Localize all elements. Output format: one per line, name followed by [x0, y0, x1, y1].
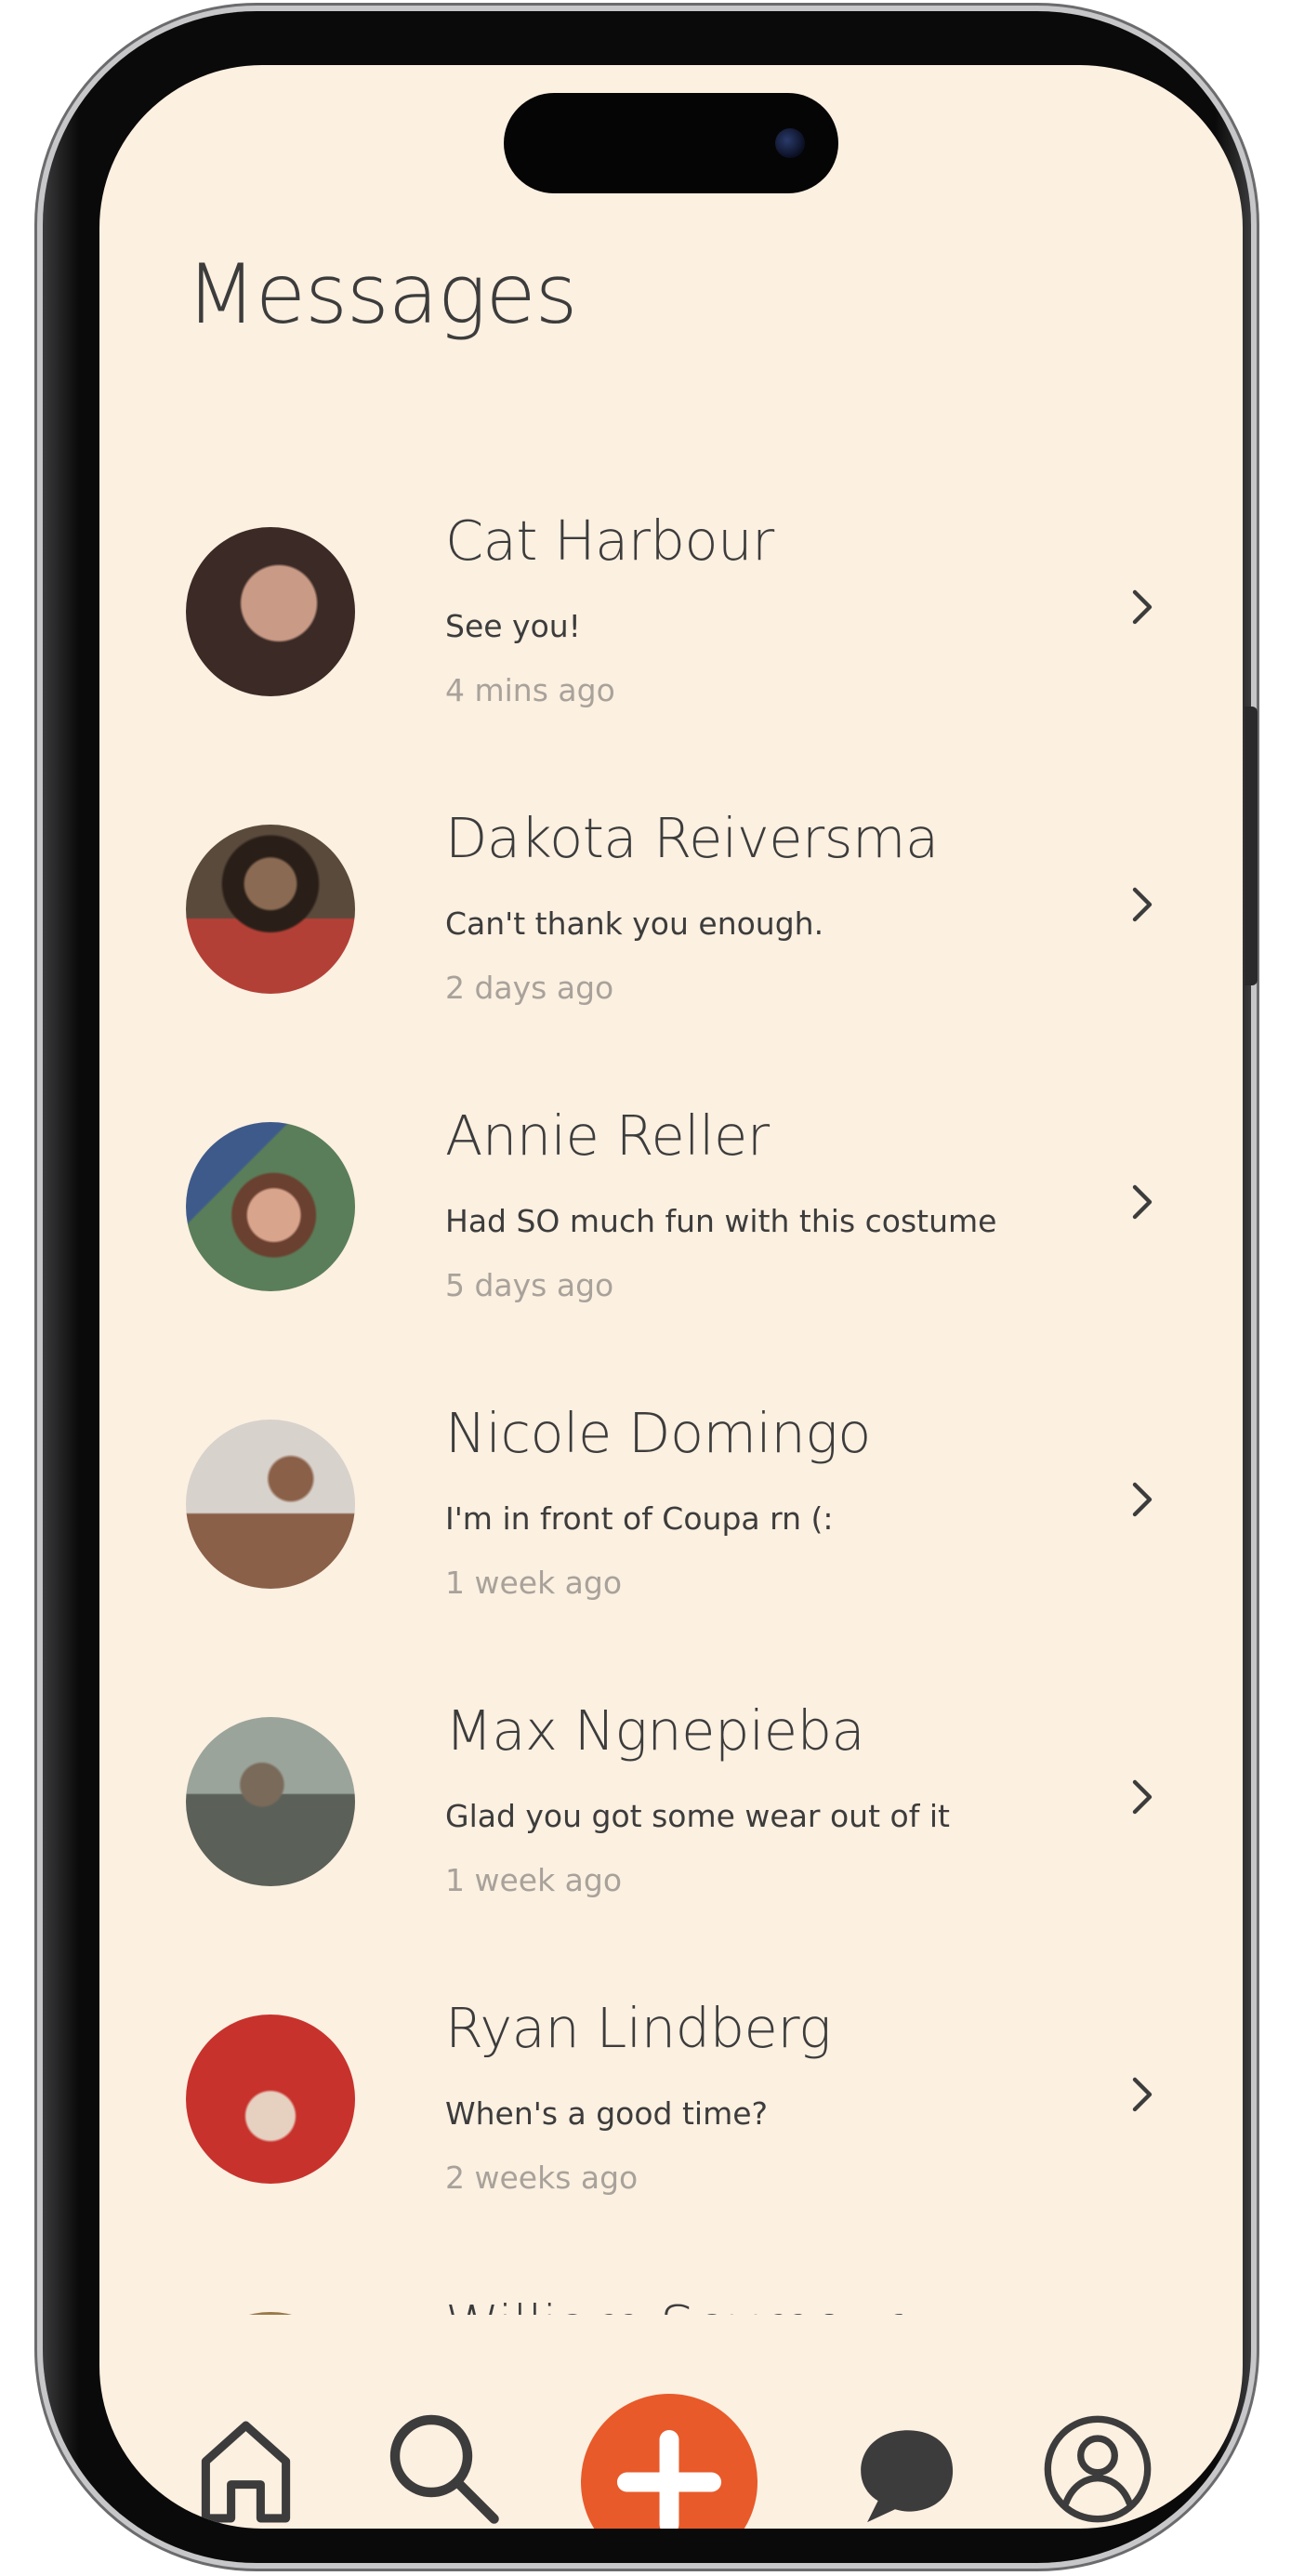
message-preview: When's a good time? [445, 2095, 769, 2132]
contact-name: Ryan Lindberg [445, 1996, 831, 2060]
conversation-item[interactable]: Dakota Reiversma Can't thank you enough.… [99, 806, 1243, 1122]
message-preview: Can't thank you enough. [445, 905, 824, 942]
user-icon [1044, 2415, 1152, 2523]
tab-profile[interactable] [1041, 2412, 1154, 2526]
contact-avatar [186, 2015, 355, 2184]
tab-home[interactable] [192, 2417, 299, 2527]
conversation-item[interactable]: Annie Reller Had SO much fun with this c… [99, 1103, 1243, 1420]
conversation-item[interactable]: Ryan Lindberg When's a good time? 2 week… [99, 1996, 1243, 2312]
dynamic-island [504, 93, 838, 193]
message-timestamp: 1 week ago [445, 1862, 623, 1898]
contact-avatar [186, 1420, 355, 1589]
contact-name: Annie Reller [445, 1103, 770, 1168]
chevron-right-icon[interactable] [1120, 882, 1165, 927]
contact-name: Max Ngnepieba [445, 1698, 865, 1763]
contact-name: Cat Harbour [445, 509, 774, 573]
tab-search[interactable] [383, 2408, 504, 2529]
screen: Messages Cat Harbour See you! 4 mins ago… [99, 65, 1243, 2529]
message-timestamp: 4 mins ago [445, 672, 615, 708]
plus-icon [616, 2429, 722, 2529]
message-preview: Had SO much fun with this costume [445, 1203, 997, 1239]
home-icon [201, 2421, 291, 2523]
chevron-right-icon[interactable] [1120, 585, 1165, 629]
tab-messages[interactable] [852, 2422, 959, 2529]
chevron-right-icon[interactable] [1120, 1180, 1165, 1224]
message-preview: I'm in front of Coupa rn (: [445, 1500, 834, 1537]
chat-bubble-icon [861, 2430, 954, 2523]
search-icon [389, 2414, 499, 2524]
chevron-right-icon[interactable] [1120, 1477, 1165, 1522]
page-title: Messages [186, 246, 577, 342]
message-preview: Glad you got some wear out of it [445, 1798, 950, 1834]
conversation-item[interactable]: Cat Harbour See you! 4 mins ago [99, 509, 1243, 825]
contact-avatar [186, 825, 355, 994]
chevron-right-icon[interactable] [1120, 2072, 1165, 2117]
contact-avatar [186, 1717, 355, 1886]
tab-bar [99, 2278, 1243, 2529]
contact-name: Nicole Domingo [445, 1401, 871, 1465]
contact-avatar [186, 1122, 355, 1291]
message-timestamp: 5 days ago [445, 1267, 614, 1303]
message-timestamp: 2 days ago [445, 970, 614, 1006]
conversation-item[interactable]: Max Ngnepieba Glad you got some wear out… [99, 1698, 1243, 2015]
message-preview: See you! [445, 608, 581, 644]
chevron-right-icon[interactable] [1120, 1775, 1165, 1819]
power-button [1245, 707, 1258, 985]
contact-avatar [186, 527, 355, 696]
message-timestamp: 1 week ago [445, 1565, 623, 1601]
message-timestamp: 2 weeks ago [445, 2160, 639, 2196]
front-camera [775, 128, 805, 158]
conversation-item[interactable]: Nicole Domingo I'm in front of Coupa rn … [99, 1401, 1243, 1717]
contact-name: Dakota Reiversma [445, 806, 939, 870]
conversation-list: Cat Harbour See you! 4 mins ago Dakota R… [99, 451, 1243, 2315]
create-post-button[interactable] [581, 2394, 757, 2529]
